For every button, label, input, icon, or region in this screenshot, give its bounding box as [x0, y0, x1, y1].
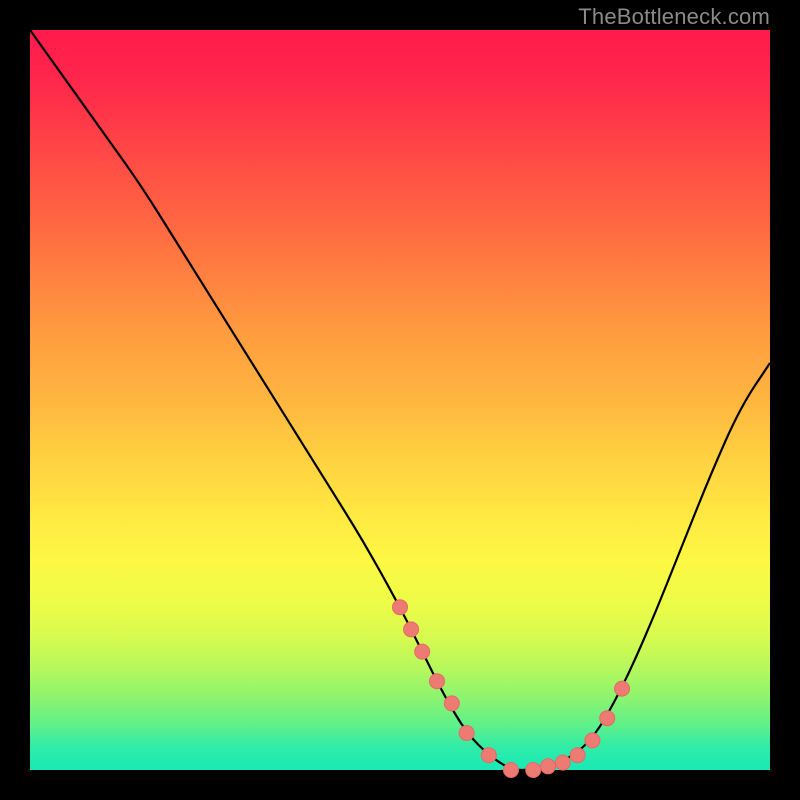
- curve-marker: [600, 711, 615, 726]
- curve-marker: [393, 600, 408, 615]
- curve-marker: [504, 763, 519, 778]
- curve-marker: [526, 763, 541, 778]
- curve-marker: [415, 644, 430, 659]
- curve-markers: [393, 600, 630, 778]
- curve-marker: [481, 748, 496, 763]
- curve-marker: [570, 748, 585, 763]
- chart-plot-area: [30, 30, 770, 770]
- curve-marker: [404, 622, 419, 637]
- chart-svg: [30, 30, 770, 770]
- curve-marker: [541, 759, 556, 774]
- chart-stage: TheBottleneck.com: [0, 0, 800, 800]
- curve-marker: [585, 733, 600, 748]
- curve-marker: [430, 674, 445, 689]
- bottleneck-curve: [30, 30, 770, 770]
- curve-marker: [615, 681, 630, 696]
- curve-marker: [459, 726, 474, 741]
- curve-marker: [444, 696, 459, 711]
- watermark-text: TheBottleneck.com: [578, 4, 770, 30]
- curve-marker: [555, 755, 570, 770]
